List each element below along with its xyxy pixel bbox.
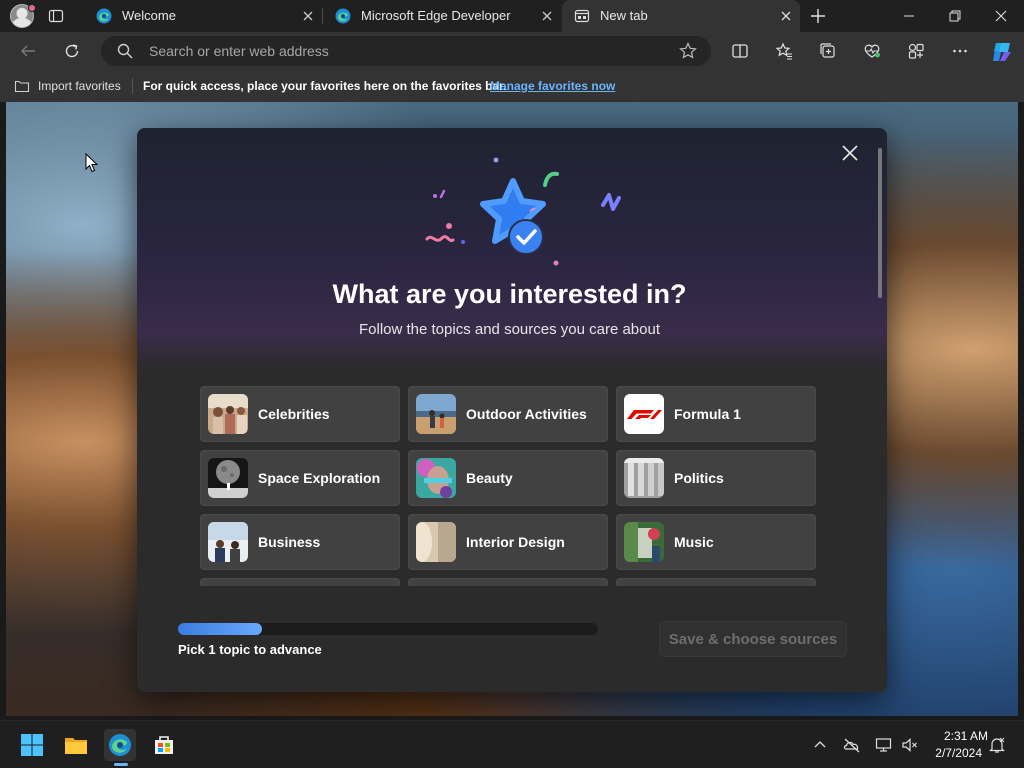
topic-label: Beauty bbox=[466, 470, 513, 486]
tab-title: New tab bbox=[600, 8, 648, 23]
business-thumb bbox=[208, 522, 248, 562]
close-tab-icon[interactable] bbox=[778, 8, 794, 24]
close-dialog-icon[interactable] bbox=[840, 143, 860, 163]
topic-celebrities[interactable]: Celebrities bbox=[200, 386, 400, 442]
collections-icon[interactable] bbox=[819, 42, 837, 60]
favorites-hint-text: For quick access, place your favorites h… bbox=[143, 79, 507, 93]
topic-label: Music bbox=[674, 534, 714, 550]
edge-icon bbox=[335, 8, 351, 24]
progress-hint: Pick 1 topic to advance bbox=[178, 642, 322, 657]
back-arrow-icon[interactable] bbox=[19, 42, 37, 60]
navigation-toolbar: Search or enter web address bbox=[0, 32, 1024, 70]
topic-label: Business bbox=[258, 534, 321, 550]
topic-music[interactable]: Music bbox=[616, 514, 816, 570]
topic-business[interactable]: Business bbox=[200, 514, 400, 570]
tab-welcome[interactable]: Welcome bbox=[84, 0, 322, 32]
topic-politics[interactable]: Politics bbox=[616, 450, 816, 506]
new-tab-plus-icon[interactable] bbox=[810, 8, 826, 24]
more-options-icon[interactable] bbox=[951, 42, 969, 60]
notifications-bell-icon[interactable] bbox=[988, 736, 1006, 754]
topic-label: Interior Design bbox=[466, 534, 565, 550]
tab-actions-menu-icon[interactable] bbox=[48, 8, 64, 24]
topic-partially-visible[interactable] bbox=[408, 578, 608, 586]
microsoft-store-icon[interactable] bbox=[148, 729, 180, 761]
taskbar: 2:31 AM 2/7/2024 bbox=[0, 720, 1024, 768]
search-icon bbox=[117, 43, 133, 59]
onedrive-offline-icon[interactable] bbox=[843, 736, 861, 754]
minimize-icon[interactable] bbox=[886, 0, 932, 32]
topic-beauty[interactable]: Beauty bbox=[408, 450, 608, 506]
topic-interior-design[interactable]: Interior Design bbox=[408, 514, 608, 570]
restore-icon[interactable] bbox=[932, 0, 978, 32]
tab-new-tab[interactable]: New tab bbox=[562, 0, 800, 32]
new-tab-page: What are you interested in? Follow the t… bbox=[0, 102, 1024, 720]
edge-icon bbox=[96, 8, 112, 24]
address-bar[interactable]: Search or enter web address bbox=[101, 36, 711, 66]
topic-partially-visible[interactable] bbox=[616, 578, 816, 586]
topic-label: Celebrities bbox=[258, 406, 330, 422]
topic-label: Formula 1 bbox=[674, 406, 741, 422]
volume-muted-icon[interactable] bbox=[901, 736, 919, 754]
favorites-icon[interactable] bbox=[775, 42, 793, 60]
close-window-icon[interactable] bbox=[978, 0, 1024, 32]
topic-partially-visible[interactable] bbox=[200, 578, 400, 586]
topic-grid: Celebrities Outdoor Activities Formula 1 bbox=[200, 386, 820, 586]
tab-title: Welcome bbox=[122, 8, 176, 23]
favorites-bar: Import favorites For quick access, place… bbox=[0, 70, 1024, 102]
favorites-divider bbox=[132, 78, 133, 94]
music-thumb bbox=[624, 522, 664, 562]
extensions-icon[interactable] bbox=[907, 42, 925, 60]
save-and-choose-sources-button[interactable]: Save & choose sources bbox=[659, 621, 847, 657]
topic-progress-bar bbox=[178, 623, 598, 635]
topic-label: Politics bbox=[674, 470, 724, 486]
topic-formula-1[interactable]: Formula 1 bbox=[616, 386, 816, 442]
edge-icon[interactable] bbox=[104, 729, 136, 761]
page-edge bbox=[0, 102, 6, 720]
beauty-thumb bbox=[416, 458, 456, 498]
space-exploration-thumb bbox=[208, 458, 248, 498]
taskbar-date[interactable]: 2/7/2024 bbox=[922, 746, 982, 760]
topic-label: Space Exploration bbox=[258, 470, 381, 486]
outdoor-activities-thumb bbox=[416, 394, 456, 434]
start-icon[interactable] bbox=[16, 729, 48, 761]
topic-space-exploration[interactable]: Space Exploration bbox=[200, 450, 400, 506]
dialog-subtitle: Follow the topics and sources you care a… bbox=[358, 321, 660, 338]
taskbar-time[interactable]: 2:31 AM bbox=[928, 729, 988, 743]
interests-dialog: What are you interested in? Follow the t… bbox=[137, 128, 887, 692]
mouse-cursor-icon bbox=[85, 152, 99, 173]
tab-microsoft-edge-developer[interactable]: Microsoft Edge Developer bbox=[323, 0, 561, 32]
scrollbar-thumb[interactable] bbox=[878, 148, 882, 298]
page-edge bbox=[1018, 102, 1024, 720]
active-app-indicator bbox=[114, 763, 128, 766]
close-tab-icon[interactable] bbox=[539, 8, 555, 24]
topic-label: Outdoor Activities bbox=[466, 406, 587, 422]
refresh-icon[interactable] bbox=[63, 42, 81, 60]
close-tab-icon[interactable] bbox=[300, 8, 316, 24]
topic-outdoor-activities[interactable]: Outdoor Activities bbox=[408, 386, 608, 442]
file-explorer-icon[interactable] bbox=[60, 729, 92, 761]
celebrities-thumb bbox=[208, 394, 248, 434]
topic-progress-fill bbox=[178, 623, 262, 635]
address-input[interactable]: Search or enter web address bbox=[149, 43, 329, 59]
star-checkmark-illustration bbox=[387, 153, 637, 273]
import-favorites-button[interactable]: Import favorites bbox=[38, 79, 121, 93]
split-screen-icon[interactable] bbox=[731, 42, 749, 60]
formula-1-logo bbox=[624, 394, 664, 434]
interior-design-thumb bbox=[416, 522, 456, 562]
dialog-title: What are you interested in? bbox=[332, 279, 687, 309]
network-icon[interactable] bbox=[875, 736, 893, 754]
profile-notification-dot bbox=[28, 4, 36, 12]
copilot-icon[interactable] bbox=[990, 40, 1014, 64]
newtab-page-icon bbox=[574, 8, 590, 24]
show-hidden-icons-chevron-icon[interactable] bbox=[811, 736, 829, 754]
manage-favorites-link[interactable]: Manage favorites now bbox=[490, 79, 615, 93]
add-favorite-star-icon[interactable] bbox=[679, 42, 697, 60]
browser-essentials-heart-icon[interactable] bbox=[863, 42, 881, 60]
politics-thumb bbox=[624, 458, 664, 498]
page-scrollbar[interactable] bbox=[876, 132, 884, 692]
tab-title: Microsoft Edge Developer bbox=[361, 8, 511, 23]
import-favorites-icon[interactable] bbox=[14, 78, 30, 94]
tab-strip: Welcome Microsoft Edge Developer New tab bbox=[0, 0, 1024, 32]
